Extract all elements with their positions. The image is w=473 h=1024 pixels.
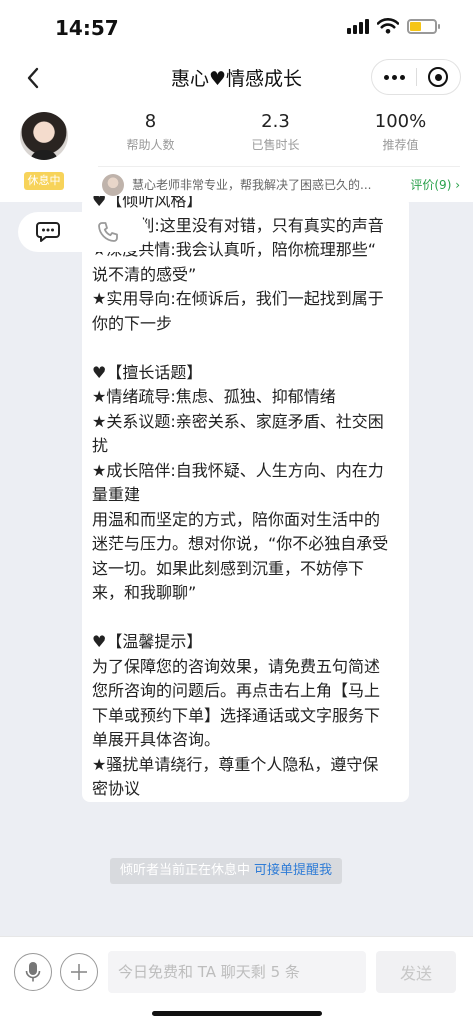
- rest-notice: 倾听者当前正在休息中 可接单提醒我: [110, 858, 343, 884]
- rest-notice-text: 倾听者当前正在休息中: [120, 863, 251, 878]
- message-line: 量重建: [92, 485, 141, 504]
- message-line: 密协议: [92, 779, 141, 798]
- message-line: 您所咨询的问题后。再点击右上角【马上: [92, 681, 381, 700]
- more-dots-icon: [383, 74, 389, 80]
- send-button[interactable]: 发送: [376, 951, 456, 993]
- message-line: ★关系议题:亲密关系、家庭矛盾、社交困: [92, 411, 384, 431]
- message-line: ★成长陪伴:自我怀疑、人生方向、内在力: [92, 460, 384, 480]
- message-line: ♥【擅长话题】: [92, 362, 203, 382]
- voice-input-button[interactable]: [14, 953, 52, 991]
- stat-help-count: 8 帮助人数: [88, 110, 213, 153]
- status-badge: 休息中: [24, 172, 64, 190]
- stat-value: 100%: [374, 111, 427, 132]
- status-bar: 14:57: [0, 0, 473, 56]
- signal-icon: [347, 18, 369, 34]
- stat-label: 已售时长: [251, 138, 300, 152]
- stat-value: 2.3: [261, 111, 290, 132]
- reviews-link[interactable]: 评价(9) ›: [410, 176, 460, 193]
- phone-icon: [98, 222, 118, 242]
- contact-actions: [18, 212, 148, 252]
- message-line: 下单或预约下单】选择通话或文字服务下: [92, 705, 381, 725]
- message-line: 你的下一步: [92, 313, 173, 333]
- microphone-icon: [25, 962, 41, 982]
- counselor-avatar[interactable]: [20, 112, 68, 160]
- home-indicator: [152, 1011, 322, 1016]
- message-line: 来，和我聊聊”: [92, 583, 197, 602]
- wifi-icon: [377, 18, 399, 34]
- more-button[interactable]: [372, 60, 416, 94]
- input-bar: 发送: [0, 936, 473, 1024]
- stat-sold-hours: 2.3 已售时长: [213, 110, 338, 153]
- message-bubble: ♥【倾听风格】 ★不评判:这里没有对错，只有真实的声音 ★深度共情:我会认真听，陪你…: [82, 196, 409, 802]
- status-time: 14:57: [55, 16, 119, 40]
- message-line: 用温和而坚定的方式，陪你面对生活中的: [92, 509, 381, 529]
- miniprogram-capsule: [371, 59, 461, 95]
- message-line: 这一切。如果此刻感到沉重，不妨停下: [92, 558, 365, 578]
- battery-icon: [407, 18, 440, 34]
- review-snippet: 慧心老师非常专业，帮我解决了困惑已久的...: [132, 178, 372, 192]
- message-line: ♥【倾听风格】: [92, 196, 203, 210]
- profile-header: 休息中 8 帮助人数 2.3 已售时长 100% 推荐值 慧心老师非常专业，帮我…: [0, 100, 473, 202]
- more-options-button[interactable]: [60, 953, 98, 991]
- message-line: 为了保障您的咨询效果，请免费五句简述: [92, 656, 381, 676]
- close-miniprogram-button[interactable]: [417, 60, 460, 94]
- message-line: 说不清的感受”: [92, 264, 197, 284]
- nav-bar: 惠心♥情感成长: [0, 56, 473, 100]
- message-input[interactable]: [108, 951, 366, 993]
- text-chat-button[interactable]: [18, 212, 78, 252]
- message-line: ★实用导向:在倾诉后，我们一起找到属于: [92, 289, 384, 308]
- message-line: 扰: [92, 436, 109, 455]
- voice-call-button[interactable]: [78, 212, 138, 252]
- message-text: ♥【倾听风格】 ★不评判:这里没有对错，只有真实的声音 ★深度共情:我会认真听，陪你…: [92, 196, 404, 802]
- message-line: ♥【温馨提示】: [92, 632, 203, 651]
- status-icons: [347, 18, 440, 34]
- stat-recommend-rate: 100% 推荐值: [338, 110, 463, 153]
- message-line: ★骚扰单请绕行，尊重个人隐私，遵守保: [92, 754, 379, 774]
- stat-label: 推荐值: [382, 138, 419, 152]
- profile-stats: 8 帮助人数 2.3 已售时长 100% 推荐值: [88, 110, 463, 153]
- target-icon: [428, 67, 449, 87]
- reviewer-avatar: [102, 173, 124, 196]
- message-line: 迷茫与压力。想对你说，“你不必独自承受: [92, 534, 389, 553]
- stat-label: 帮助人数: [126, 138, 175, 152]
- message-line: 单展开具体咨询。: [92, 730, 221, 749]
- message-line: ★情绪疏导:焦虑、孤独、抑郁情绪: [92, 387, 336, 406]
- stat-value: 8: [144, 111, 157, 132]
- plus-icon: [71, 964, 87, 980]
- chat-bubble-icon: [36, 222, 60, 242]
- remind-me-link[interactable]: 可接单提醒我: [254, 863, 332, 878]
